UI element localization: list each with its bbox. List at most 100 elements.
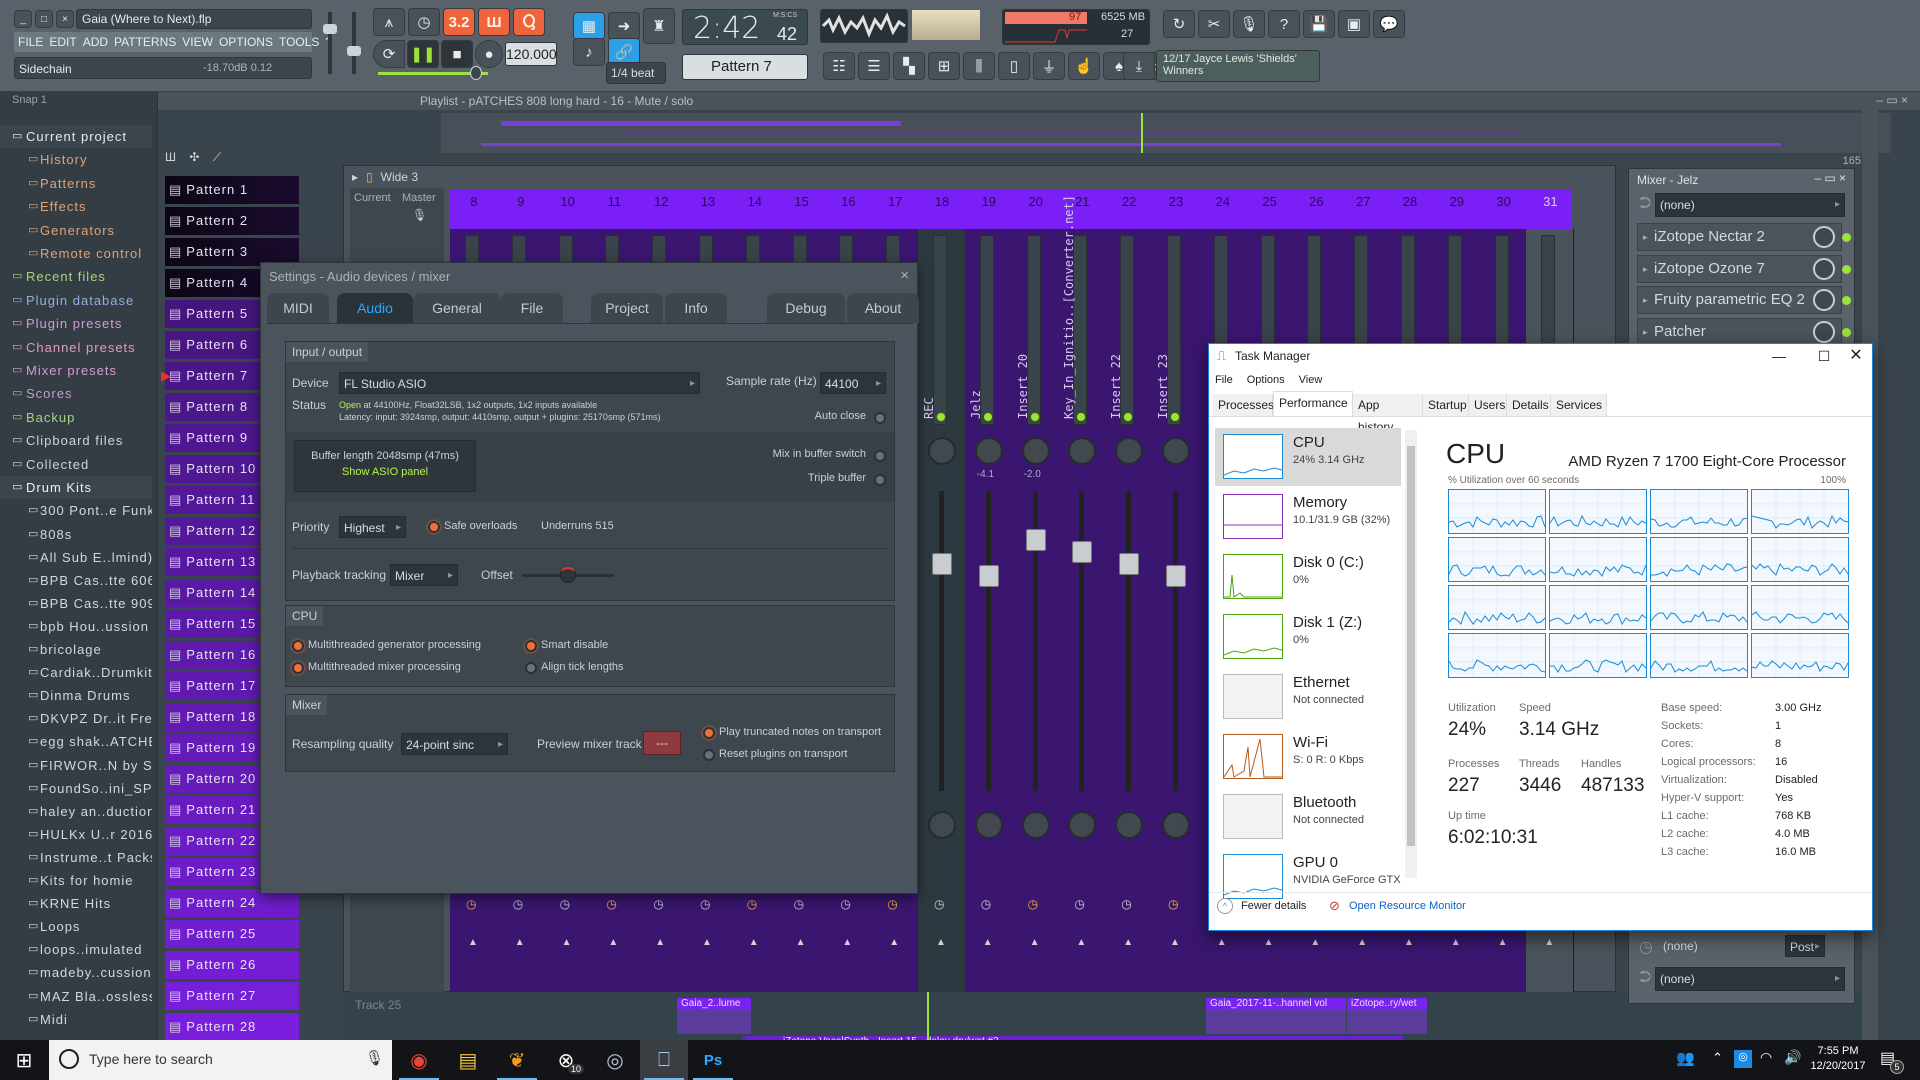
browser-item[interactable]: ▭ Remote control xyxy=(0,242,152,265)
chrome-icon[interactable]: ◉ xyxy=(395,1040,443,1080)
pattern-song-toggle[interactable]: ⟳ xyxy=(373,40,405,68)
menu-item[interactable]: VIEW xyxy=(182,35,213,49)
send-selector[interactable]: (none) xyxy=(1663,939,1698,953)
route-arrow-icon[interactable]: ▲ xyxy=(1357,937,1367,948)
playlist-window-controls[interactable]: – ▭ × xyxy=(1876,93,1908,107)
menu-item[interactable]: FILE xyxy=(18,35,43,49)
browser-item[interactable]: ▭ Midi xyxy=(0,1008,152,1031)
mix-knob[interactable] xyxy=(1813,257,1835,280)
mix-knob[interactable] xyxy=(1813,226,1835,248)
clock-icon[interactable]: ◷ xyxy=(981,897,991,911)
menu-item[interactable]: View xyxy=(1299,374,1323,386)
cut-icon[interactable]: ✂ xyxy=(1198,10,1230,38)
browser-item[interactable]: ▭ loops..imulated xyxy=(0,938,152,961)
tab-services[interactable]: Services xyxy=(1551,394,1607,416)
search-box[interactable]: Type here to search 🎙 xyxy=(49,1040,392,1080)
stereo-knob[interactable] xyxy=(1021,811,1050,839)
channel-rack-icon[interactable]: ☰ xyxy=(858,52,890,80)
clock-icon[interactable]: ◷ xyxy=(466,897,476,911)
mixer-strip[interactable]: Insert 22 ◷ ▲ xyxy=(1105,229,1154,993)
browser-item[interactable]: ▭ FoundSo..ini_SP xyxy=(0,777,152,800)
microphone-icon[interactable]: 🎙 xyxy=(365,1049,384,1067)
clock-icon[interactable]: ◷ xyxy=(1028,897,1038,911)
input-selector[interactable]: (none) xyxy=(1655,193,1845,217)
resource-item[interactable]: Ethernet Not connected xyxy=(1215,668,1401,726)
typing-keyboard-icon[interactable]: ▦ xyxy=(573,12,605,40)
step-edit-icon[interactable]: Ш xyxy=(478,8,510,36)
volume-fader[interactable] xyxy=(1025,529,1046,551)
pan-knob[interactable] xyxy=(1021,437,1050,465)
route-arrow-icon[interactable]: ▲ xyxy=(1404,937,1414,948)
clock-icon[interactable]: ◷ xyxy=(1168,897,1178,911)
mt-generator-toggle[interactable] xyxy=(292,640,304,652)
tab-users[interactable]: Users xyxy=(1469,394,1507,416)
browser-item[interactable]: ▭ Current project xyxy=(0,125,152,148)
stereo-knob[interactable] xyxy=(1068,811,1097,839)
playback-tracking-selector[interactable]: Mixer xyxy=(390,564,458,587)
browser-item[interactable]: ▭ DKVPZ Dr..it Free xyxy=(0,707,152,730)
browser-item[interactable]: ▭ BPB Cas..tte 606 xyxy=(0,569,152,592)
fl-studio-icon[interactable]: ❦ xyxy=(493,1040,541,1080)
tab-details[interactable]: Details xyxy=(1507,394,1551,416)
mixer-layout-icon[interactable]: ▯ xyxy=(366,170,373,184)
menu-item[interactable]: Options xyxy=(1247,374,1285,386)
volume-fader[interactable] xyxy=(978,565,999,587)
browser-item[interactable]: ▭ bpb Hou..ussion xyxy=(0,615,152,638)
help-icon[interactable]: ? xyxy=(1268,10,1300,38)
route-arrow-icon[interactable]: ▲ xyxy=(1264,937,1274,948)
route-arrow-icon[interactable]: ▲ xyxy=(983,937,993,948)
resource-item[interactable]: Disk 1 (Z:) 0% xyxy=(1215,608,1401,666)
route-arrow-icon[interactable]: ▲ xyxy=(1170,937,1180,948)
browser-item[interactable]: ▭ 808s xyxy=(0,523,152,546)
browser-item[interactable]: ▭ Drum Kits xyxy=(0,476,152,499)
menu-item[interactable]: File xyxy=(1215,374,1233,386)
resource-list-scrollbar[interactable] xyxy=(1405,430,1417,878)
browser-item[interactable]: ▭ Collected xyxy=(0,453,152,476)
menu-item[interactable]: TOOLS xyxy=(279,35,319,49)
playhead[interactable] xyxy=(927,992,929,1040)
close-icon[interactable]: × xyxy=(900,267,909,284)
menu-item[interactable]: PATTERNS xyxy=(114,35,176,49)
clock-icon[interactable]: ◷ xyxy=(653,897,663,911)
undo-icon[interactable]: ↻ xyxy=(1163,10,1195,38)
route-arrow-icon[interactable]: ▲ xyxy=(936,937,946,948)
pattern-item[interactable]: ▤ Pattern 26 xyxy=(165,951,299,979)
browser-item[interactable]: ▭ bricolage xyxy=(0,638,152,661)
browser-item[interactable]: ▭ Cardiak..Drumkit xyxy=(0,661,152,684)
piano-roll-icon[interactable]: ▚ xyxy=(893,52,925,80)
send-mode[interactable]: Post xyxy=(1785,935,1825,958)
tab-midi[interactable]: MIDI xyxy=(267,293,329,323)
resource-item[interactable]: Wi-Fi S: 0 R: 0 Kbps xyxy=(1215,728,1401,786)
minimize-button[interactable]: — xyxy=(1764,344,1794,368)
buffer-panel[interactable]: Buffer length 2048smp (47ms) Show ASIO p… xyxy=(294,440,476,492)
browser-item[interactable]: ▭ KRNE Hits xyxy=(0,892,152,915)
mt-mixer-toggle[interactable] xyxy=(292,662,304,674)
recording-filter-icon[interactable]: ♜ xyxy=(643,8,675,44)
clock-icon[interactable]: ◷ xyxy=(513,897,523,911)
smart-disable-toggle[interactable] xyxy=(525,640,537,652)
auto-close-toggle[interactable] xyxy=(874,412,886,424)
resource-item[interactable]: Memory 10.1/31.9 GB (32%) xyxy=(1215,488,1401,546)
pan-knob[interactable] xyxy=(974,437,1003,465)
route-arrow-icon[interactable]: ▲ xyxy=(1030,937,1040,948)
resource-item[interactable]: Disk 0 (C:) 0% xyxy=(1215,548,1401,606)
pan-knob[interactable] xyxy=(928,437,956,465)
loop-record-icon[interactable]: Ⴓ xyxy=(513,8,545,36)
resource-item[interactable]: Bluetooth Not connected xyxy=(1215,788,1401,846)
resampling-selector[interactable]: 24-point sinc xyxy=(401,733,508,756)
maximize-button[interactable]: □ xyxy=(35,10,53,28)
clock-icon[interactable]: ◷ xyxy=(840,897,850,911)
wifi-icon[interactable]: ◠ xyxy=(1760,1049,1772,1066)
tab-general[interactable]: General xyxy=(413,293,501,323)
show-asio-panel-link[interactable]: Show ASIO panel xyxy=(295,466,475,478)
stereo-knob[interactable] xyxy=(1115,811,1144,839)
project-icon[interactable]: ▯ xyxy=(998,52,1030,80)
safe-overloads-toggle[interactable] xyxy=(428,521,440,533)
people-icon[interactable]: 👥 xyxy=(1676,1049,1695,1067)
export-icon[interactable]: ▣ xyxy=(1338,10,1370,38)
tab-app-history[interactable]: App history xyxy=(1353,394,1423,434)
mixer-strip[interactable]: Insert 20 -2.0 ◷ ▲ xyxy=(1011,229,1060,993)
maximize-button[interactable]: ☐ xyxy=(1809,344,1839,368)
stop-button[interactable]: ■ xyxy=(441,40,473,68)
mixer-layout-label[interactable]: Wide 3 xyxy=(381,170,418,184)
